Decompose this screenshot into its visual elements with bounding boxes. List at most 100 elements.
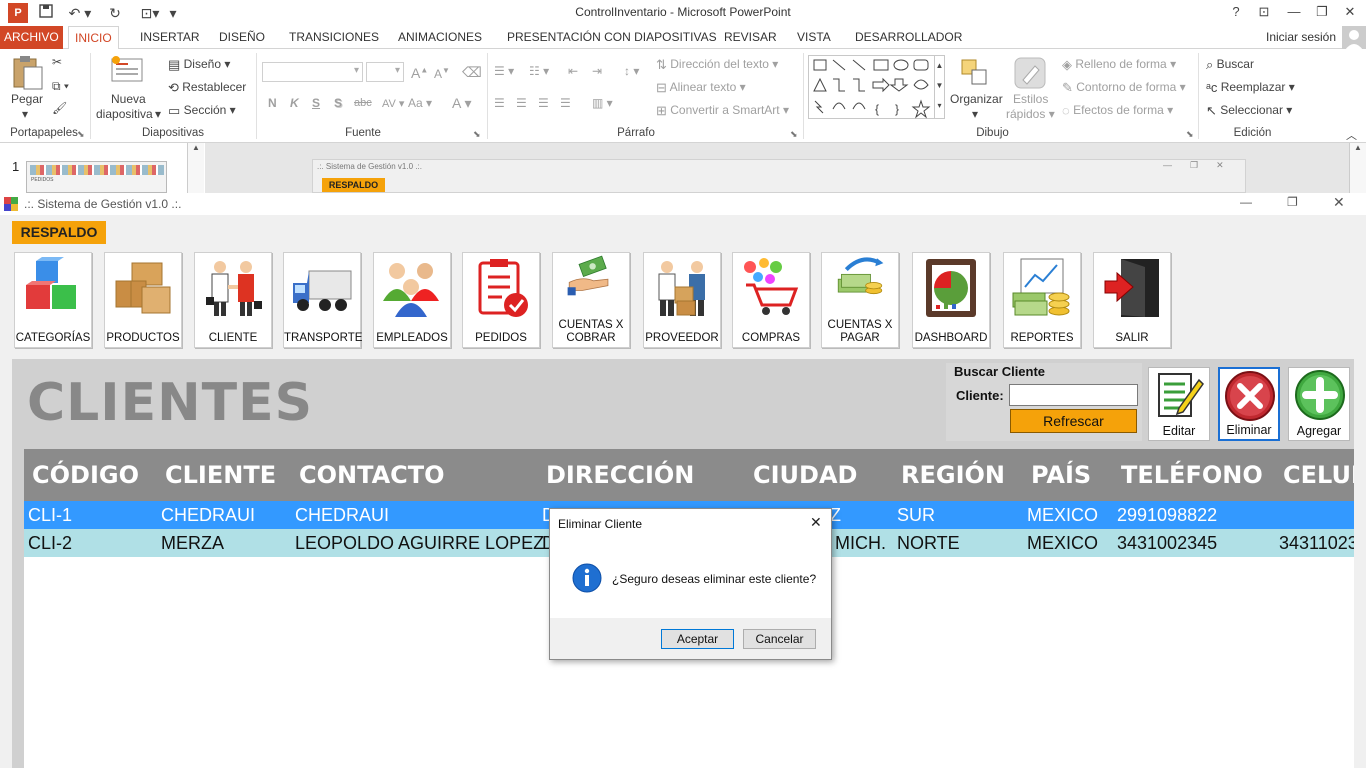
tab-animaciones[interactable]: ANIMACIONES [392,26,488,49]
col-header-region[interactable]: REGIÓN [901,461,1005,489]
signin-link[interactable]: Iniciar sesión [1266,30,1336,44]
quick-styles-icon[interactable] [1013,56,1047,90]
align-text-button[interactable]: ⊟ Alinear texto ▾ [656,80,746,94]
delete-button[interactable]: Eliminar [1218,367,1280,441]
arrange-button[interactable]: Organizar [950,92,1003,106]
gallery-scroll-icon[interactable]: ▲ ▼ ▾ [934,56,944,118]
copy-icon[interactable]: ⧉ ▾ [52,79,69,94]
underline-button[interactable]: S [312,96,320,110]
clear-format-icon[interactable]: ⌫ [462,64,482,81]
module-dashboard[interactable]: DASHBOARD [912,252,990,348]
align-center-icon[interactable]: ☰ [516,96,527,110]
increase-indent-icon[interactable]: ⇥ [592,64,602,78]
quick-styles-label-2[interactable]: rápidos ▾ [1006,107,1055,121]
add-button[interactable]: Agregar [1288,367,1350,441]
col-header-celular[interactable]: CELUL [1283,461,1354,489]
numbering-icon[interactable]: ☷ ▾ [529,64,549,78]
arrange-icon[interactable] [958,56,992,90]
module-empleados[interactable]: EMPLEADOS [373,252,451,348]
slide-scrollbar[interactable]: ▲ [1349,143,1366,193]
col-header-ciudad[interactable]: CIUDAD [753,461,857,489]
tab-vista[interactable]: VISTA [791,26,837,49]
help-icon[interactable]: ? [1222,2,1250,22]
change-case-button[interactable]: Aa ▾ [408,96,432,110]
ribbon-options-icon[interactable]: ⊡ [1250,2,1278,22]
line-spacing-icon[interactable]: ↕ ▾ [624,64,639,78]
thumb-scrollbar[interactable]: ▲ [187,143,204,193]
col-header-codigo[interactable]: CÓDIGO [32,461,139,489]
columns-icon[interactable]: ▥ ▾ [592,96,613,110]
tab-diseno[interactable]: DISEÑO [213,26,271,49]
col-header-cliente[interactable]: CLIENTE [165,461,276,489]
app-minimize-icon[interactable]: — [1240,195,1252,209]
col-header-direccion[interactable]: DIRECCIÓN [546,461,694,489]
respaldo-button[interactable]: RESPALDO [12,221,106,244]
bold-button[interactable]: N [268,96,277,110]
select-button[interactable]: ↖ Seleccionar ▾ [1206,103,1292,117]
accept-button[interactable]: Aceptar [661,629,734,649]
module-proveedor[interactable]: PROVEEDOR [643,252,721,348]
cancel-button[interactable]: Cancelar [743,629,816,649]
decrease-indent-icon[interactable]: ⇤ [568,64,578,78]
smartart-button[interactable]: ⊞ Convertir a SmartArt ▾ [656,103,789,117]
reset-button[interactable]: ⟲ Restablecer [168,80,246,94]
dialog-launcher-icon[interactable]: ⬊ [473,129,481,140]
module-cuentas-pagar[interactable]: CUENTAS X PAGAR [821,252,899,348]
module-reportes[interactable]: REPORTES [1003,252,1081,348]
cut-icon[interactable]: ✂ [52,55,62,69]
paste-icon[interactable] [10,55,44,91]
tab-revisar[interactable]: REVISAR [718,26,783,49]
dialog-launcher-icon[interactable]: ⬊ [77,129,85,140]
col-header-telefono[interactable]: TELÉFONO [1121,461,1263,489]
dialog-launcher-icon[interactable]: ⬊ [790,129,798,140]
minimize-icon[interactable]: — [1280,2,1308,22]
module-categorias[interactable]: CATEGORÍAS [14,252,92,348]
format-painter-icon[interactable]: 🖌 [52,101,67,115]
new-slide-dropdown-icon[interactable]: ▾ [155,107,161,121]
tab-desarrollador[interactable]: DESARROLLADOR [849,26,968,49]
new-slide-icon[interactable] [110,55,144,85]
align-right-icon[interactable]: ☰ [538,96,549,110]
paste-dropdown-icon[interactable]: ▾ [22,107,28,121]
text-direction-button[interactable]: ⇅ Dirección del texto ▾ [656,57,778,71]
shape-effects-button[interactable]: ◌ Efectos de forma ▾ [1062,103,1173,117]
layout-button[interactable]: ▤ Diseño ▾ [168,57,230,71]
strikethrough-button[interactable]: abc [354,97,372,109]
col-header-pais[interactable]: PAÍS [1031,461,1091,489]
tab-archivo[interactable]: ARCHIVO [0,26,63,49]
section-button[interactable]: ▭ Sección ▾ [168,103,236,117]
app-restore-icon[interactable]: ❐ [1287,195,1298,209]
font-color-button[interactable]: A ▾ [452,95,472,112]
restore-icon[interactable]: ❐ [1308,2,1336,22]
client-search-input[interactable] [1009,384,1138,406]
module-cuentas-cobrar[interactable]: CUENTAS X COBRAR [552,252,630,348]
collapse-ribbon-icon[interactable]: ︿ [1346,127,1357,143]
shapes-gallery[interactable]: {} ▲ ▼ ▾ [808,55,945,119]
quick-styles-label[interactable]: Estilos [1013,92,1048,106]
col-header-contacto[interactable]: CONTACTO [299,461,445,489]
close-icon[interactable]: ✕ [1336,2,1364,22]
new-slide-label-2[interactable]: diapositiva [96,107,153,121]
shape-outline-button[interactable]: ✎ Contorno de forma ▾ [1062,80,1186,94]
font-family-select[interactable]: ▾ [262,62,363,82]
replace-button[interactable]: ᵃc Reemplazar ▾ [1206,80,1295,94]
align-left-icon[interactable]: ☰ [494,96,505,110]
tab-presentacion[interactable]: PRESENTACIÓN CON DIAPOSITIVAS [501,26,723,49]
paste-button[interactable]: Pegar [11,92,43,106]
slide-thumbnail[interactable]: PEDIDOS [26,161,167,193]
bullets-icon[interactable]: ☰ ▾ [494,64,514,78]
dialog-close-icon[interactable]: ✕ [810,514,822,531]
edit-button[interactable]: Editar [1148,367,1210,441]
arrange-dropdown-icon[interactable]: ▾ [972,107,978,121]
justify-icon[interactable]: ☰ [560,96,571,110]
app-close-icon[interactable]: ✕ [1333,194,1345,211]
user-avatar[interactable] [1342,26,1366,50]
new-slide-label[interactable]: Nueva [111,92,146,106]
char-spacing-button[interactable]: AV ▾ [382,97,404,110]
tab-transiciones[interactable]: TRANSICIONES [283,26,385,49]
grow-font-button[interactable]: A▲ [411,65,428,81]
tab-inicio[interactable]: INICIO [68,26,119,50]
refresh-button[interactable]: Refrescar [1010,409,1137,433]
dialog-launcher-icon[interactable]: ⬊ [1186,129,1194,140]
module-compras[interactable]: COMPRAS [732,252,810,348]
